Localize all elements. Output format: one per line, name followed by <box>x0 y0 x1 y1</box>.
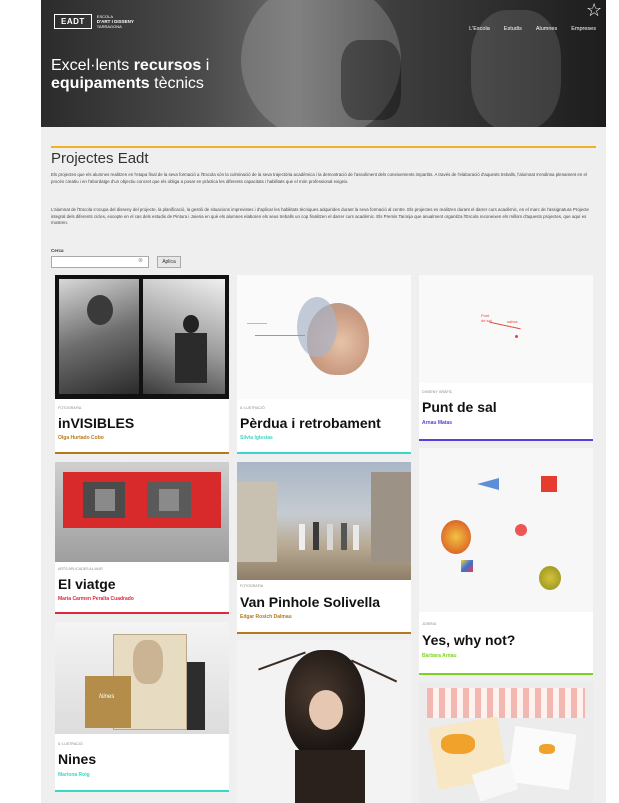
nav-item-escola[interactable]: L'Escola <box>469 26 490 32</box>
nav-item-estudis[interactable]: Estudis <box>504 26 522 32</box>
project-image <box>237 275 411 399</box>
site-logo[interactable]: EADT ESCOLA D'ART I DISSENY TARRAGONA <box>54 14 134 29</box>
project-author[interactable]: Olga Hurtado Cobo <box>58 435 104 441</box>
project-category: Disseny gràfic <box>422 390 453 394</box>
page-frame: EADT ESCOLA D'ART I DISSENY TARRAGONA L'… <box>41 0 606 803</box>
project-card[interactable] <box>419 682 593 803</box>
project-author[interactable]: Mariona Roig <box>58 772 90 778</box>
hero-title: Excel·lents recursos i equipaments tècni… <box>51 57 210 92</box>
hero-image-shape <box>341 40 401 120</box>
main-nav: L'Escola Estudis Alumnes Empreses <box>469 26 596 32</box>
project-title[interactable]: Van Pinhole Solivella <box>240 594 380 610</box>
page-title: Projectes Eadt <box>51 146 596 167</box>
card-accent-bar <box>237 452 411 454</box>
project-title[interactable]: Yes, why not? <box>422 632 515 648</box>
project-category: Il·lustració <box>58 742 83 746</box>
project-card[interactable]: Il·lustració Pèrdua i retrobament Silvia… <box>237 275 411 454</box>
project-title[interactable]: inVISIBLES <box>58 415 134 431</box>
project-image <box>419 448 593 612</box>
card-accent-bar <box>237 632 411 634</box>
apply-button[interactable]: Aplica <box>157 256 181 268</box>
card-accent-bar <box>419 439 593 441</box>
clear-icon[interactable]: ⊗ <box>138 257 143 264</box>
project-category: Fotografia <box>58 406 82 410</box>
project-image <box>55 462 229 562</box>
hero-banner: EADT ESCOLA D'ART I DISSENY TARRAGONA L'… <box>41 0 606 127</box>
project-category: Il·lustració <box>240 406 265 410</box>
project-title[interactable]: Nines <box>58 751 96 767</box>
project-image <box>55 275 229 399</box>
logo-text: ESCOLA D'ART I DISSENY TARRAGONA <box>97 14 134 29</box>
card-accent-bar <box>419 673 593 675</box>
project-card[interactable]: Joieria Yes, why not? Bàrbara Arnau <box>419 448 593 675</box>
project-author[interactable]: María Carmen Peralta Cuadrado <box>58 596 134 602</box>
logo-line: TARRAGONA <box>96 24 122 29</box>
project-author[interactable]: Bàrbara Arnau <box>422 653 457 659</box>
search-input[interactable] <box>51 256 149 268</box>
project-card[interactable]: Fotografia inVISIBLES Olga Hurtado Cobo <box>55 275 229 454</box>
project-card[interactable]: Punt de sal sal/sa Disseny gràfic Punt de… <box>419 275 593 441</box>
search-label: Cerca <box>51 248 64 253</box>
nav-item-empreses[interactable]: Empreses <box>571 26 596 32</box>
project-title[interactable]: El viatge <box>58 576 116 592</box>
project-author[interactable]: Arnau Matas <box>422 420 452 426</box>
project-category: Fotografia <box>240 584 264 588</box>
project-image <box>237 640 411 803</box>
card-accent-bar <box>55 790 229 792</box>
card-accent-bar <box>55 612 229 614</box>
project-category: Arts aplicades al mur <box>58 567 103 571</box>
nav-item-alumnes[interactable]: Alumnes <box>536 26 557 32</box>
intro-paragraph: Els projectes que els alumnes realitzen … <box>51 172 587 184</box>
project-image: Punt de sal sal/sa <box>419 275 593 383</box>
logo-mark[interactable]: EADT <box>54 14 92 29</box>
project-card[interactable]: Nines Il·lustració Nines Mariona Roig <box>55 622 229 792</box>
project-card[interactable] <box>237 640 411 803</box>
project-image <box>419 682 593 803</box>
project-card[interactable]: Fotografia Van Pinhole Solivella Edgar R… <box>237 462 411 634</box>
star-icon: ☆ <box>586 0 603 20</box>
project-title[interactable]: Punt de sal <box>422 399 497 415</box>
project-title[interactable]: Pèrdua i retrobament <box>240 415 381 431</box>
project-card[interactable]: Arts aplicades al mur El viatge María Ca… <box>55 462 229 614</box>
project-category: Joieria <box>422 622 436 626</box>
project-image <box>237 462 411 580</box>
intro-paragraph: L'alumnat de l'Escola s'ocupa del dissen… <box>51 207 589 226</box>
card-accent-bar <box>55 452 229 454</box>
project-author[interactable]: Edgar Rosich Dalmau <box>240 614 292 620</box>
project-image: Nines <box>55 622 229 734</box>
project-author[interactable]: Silvia Iglesias <box>240 435 273 441</box>
